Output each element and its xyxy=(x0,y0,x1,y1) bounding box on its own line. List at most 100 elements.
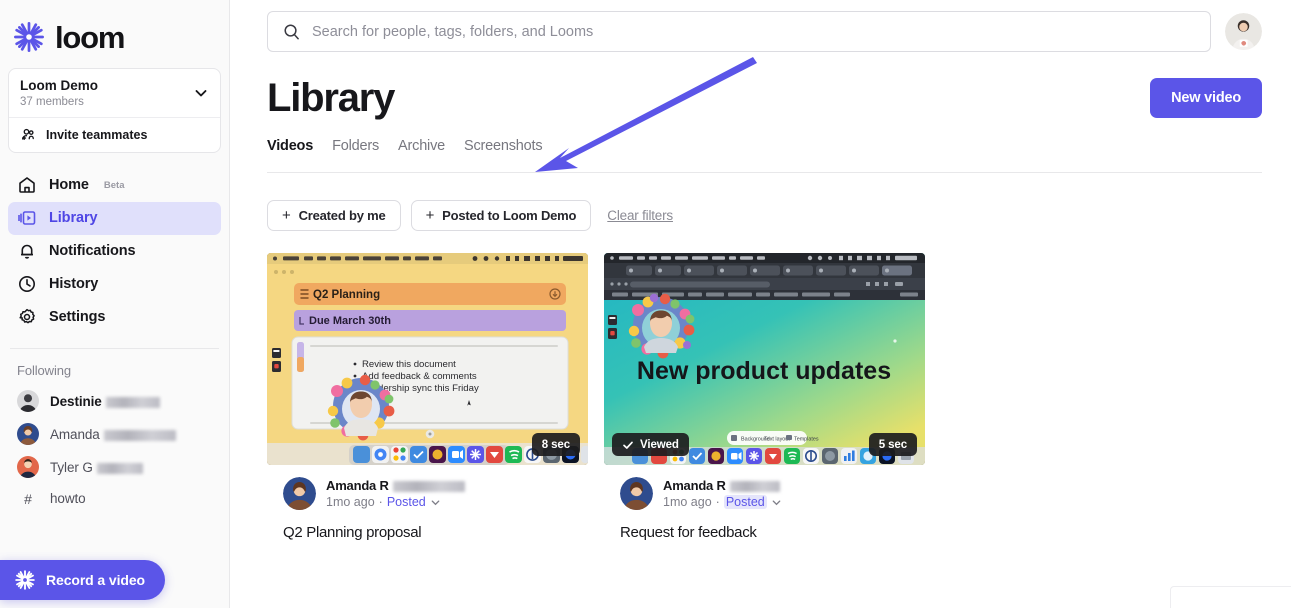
following-item-destinie[interactable]: Destinie xyxy=(0,385,229,418)
plus-icon: + xyxy=(425,207,435,224)
search-box[interactable] xyxy=(267,11,1211,52)
following-item-label: Tyler G xyxy=(50,460,143,475)
video-time: 1mo ago xyxy=(326,495,375,509)
sidebar-item-history-label: History xyxy=(49,276,99,293)
video-title[interactable]: Request for feedback xyxy=(604,510,925,541)
video-submeta: 1mo ago · Posted xyxy=(326,495,465,509)
meta-separator: · xyxy=(715,495,720,509)
video-author: Amanda R xyxy=(326,478,465,493)
video-status[interactable]: Posted xyxy=(723,495,767,509)
avatar[interactable] xyxy=(283,477,316,510)
clear-filters-link[interactable]: Clear filters xyxy=(607,208,673,223)
user-avatar[interactable] xyxy=(1225,13,1262,50)
home-beta-badge: Beta xyxy=(103,179,125,191)
duration-badge: 8 sec xyxy=(531,433,580,456)
home-icon xyxy=(17,175,37,195)
svg-text:Add feedback & comments: Add feedback & comments xyxy=(362,371,477,382)
following-item-label: Amanda xyxy=(50,427,176,442)
title-row: Library New video xyxy=(230,52,1291,120)
sidebar: loom Loom Demo 37 members Invite teammat… xyxy=(0,0,230,608)
loom-library-app: loom Loom Demo 37 members Invite teammat… xyxy=(0,0,1291,608)
video-thumbnail[interactable]: New product updates Background Text layo… xyxy=(604,253,925,465)
loom-sunburst-icon xyxy=(12,20,46,54)
filter-bar: + Created by me + Posted to Loom Demo Cl… xyxy=(230,173,1291,231)
filter-created-by-me-label: Created by me xyxy=(298,208,386,223)
tab-videos[interactable]: Videos xyxy=(267,138,313,157)
sidebar-tag-howto[interactable]: # howto xyxy=(0,484,229,514)
video-card[interactable]: Q2 Planning Due March 30th Review this d… xyxy=(267,253,588,541)
duration-badge: 5 sec xyxy=(868,433,917,456)
tab-screenshots[interactable]: Screenshots xyxy=(464,138,543,157)
new-video-button[interactable]: New video xyxy=(1150,78,1262,118)
loom-logo[interactable]: loom xyxy=(0,0,229,58)
following-header: Following xyxy=(17,362,72,378)
gear-icon xyxy=(17,307,37,327)
avatar xyxy=(17,456,39,479)
page-title: Library xyxy=(267,76,395,120)
invite-teammates-label: Invite teammates xyxy=(46,127,148,142)
invite-teammates-button[interactable]: Invite teammates xyxy=(9,118,220,152)
team-name: Loom Demo xyxy=(20,78,99,93)
avatar xyxy=(17,390,39,413)
video-card-meta: Amanda R 1mo ago · Posted xyxy=(604,465,925,510)
check-icon xyxy=(622,439,634,451)
sidebar-item-notifications[interactable]: Notifications xyxy=(8,235,221,268)
video-title[interactable]: Q2 Planning proposal xyxy=(267,510,588,541)
svg-text:Q2 Planning: Q2 Planning xyxy=(313,289,380,301)
sidebar-item-history[interactable]: History xyxy=(8,268,221,301)
following-item-amanda[interactable]: Amanda xyxy=(0,418,229,451)
record-a-video-label: Record a video xyxy=(46,572,145,588)
team-member-count: 37 members xyxy=(20,95,84,108)
clock-icon xyxy=(17,274,37,294)
video-card[interactable]: New product updates Background Text layo… xyxy=(604,253,925,541)
library-tabs: Videos Folders Archive Screenshots xyxy=(230,120,1291,157)
sidebar-item-settings-label: Settings xyxy=(49,309,106,326)
top-bar xyxy=(230,0,1291,52)
video-grid: Q2 Planning Due March 30th Review this d… xyxy=(230,231,1291,541)
following-item-label: Destinie xyxy=(50,394,160,409)
sidebar-item-home[interactable]: Home Beta xyxy=(8,169,221,202)
video-card-partial[interactable] xyxy=(1170,586,1291,608)
loom-sunburst-icon xyxy=(14,569,36,591)
team-card: Loom Demo 37 members Invite teammates xyxy=(8,68,221,153)
svg-text:Templates: Templates xyxy=(794,436,819,442)
hash-icon: # xyxy=(24,490,32,507)
tab-archive[interactable]: Archive xyxy=(398,138,445,157)
filter-posted-to-loom-demo-label: Posted to Loom Demo xyxy=(442,208,577,223)
video-status[interactable]: Posted xyxy=(387,495,426,509)
meta-separator: · xyxy=(378,495,383,509)
svg-text:Review this document: Review this document xyxy=(362,359,456,370)
main-content: Library New video Videos Folders Archive… xyxy=(230,0,1291,608)
team-switcher[interactable]: Loom Demo 37 members xyxy=(9,69,220,117)
search-icon xyxy=(282,22,301,41)
filter-posted-to-loom-demo[interactable]: + Posted to Loom Demo xyxy=(410,200,592,231)
record-a-video-button[interactable]: Record a video xyxy=(0,560,165,600)
svg-text:New product updates: New product updates xyxy=(637,357,891,385)
bell-icon xyxy=(17,241,37,261)
chevron-down-icon[interactable] xyxy=(430,497,441,508)
sidebar-item-notifications-label: Notifications xyxy=(49,243,136,260)
primary-nav: Home Beta Library Notifications History … xyxy=(0,169,229,334)
video-submeta: 1mo ago · Posted xyxy=(663,495,782,509)
add-people-icon xyxy=(20,127,36,143)
svg-text:Due March 30th: Due March 30th xyxy=(309,315,391,327)
avatar[interactable] xyxy=(620,477,653,510)
loom-wordmark: loom xyxy=(55,19,125,55)
tab-folders[interactable]: Folders xyxy=(332,138,379,157)
following-item-tyler[interactable]: Tyler G xyxy=(0,451,229,484)
filter-created-by-me[interactable]: + Created by me xyxy=(267,200,401,231)
chevron-down-icon[interactable] xyxy=(771,497,782,508)
sidebar-item-library[interactable]: Library xyxy=(8,201,221,235)
video-author: Amanda R xyxy=(663,478,782,493)
sidebar-tag-label: howto xyxy=(50,491,86,507)
search-input[interactable] xyxy=(312,23,1196,40)
sidebar-item-home-label: Home xyxy=(49,177,89,194)
plus-icon: + xyxy=(282,207,291,224)
video-card-meta: Amanda R 1mo ago · Posted xyxy=(267,465,588,510)
avatar xyxy=(17,423,39,446)
sidebar-item-settings[interactable]: Settings xyxy=(8,301,221,334)
video-time: 1mo ago xyxy=(663,495,712,509)
video-thumbnail[interactable]: Q2 Planning Due March 30th Review this d… xyxy=(267,253,588,465)
sidebar-item-library-label: Library xyxy=(49,210,98,227)
chevron-down-icon xyxy=(193,85,209,101)
